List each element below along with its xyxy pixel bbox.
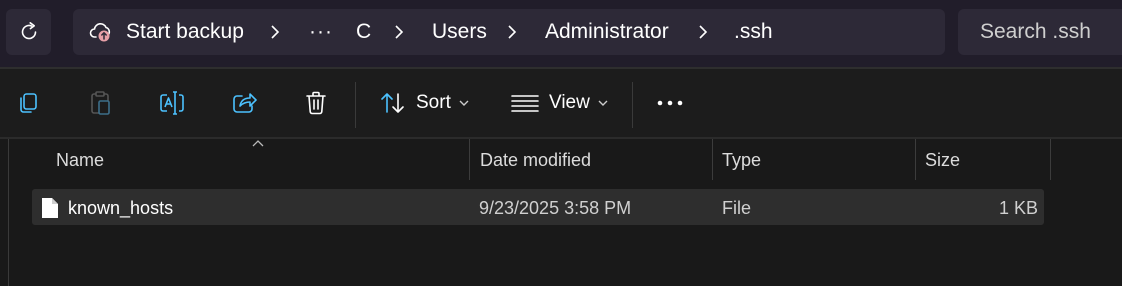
sort-ascending-caret-icon — [252, 140, 264, 147]
file-name: known_hosts — [68, 198, 174, 218]
column-header-size[interactable]: Size — [925, 139, 960, 180]
sort-icon — [381, 93, 404, 113]
paste-button[interactable] — [82, 85, 118, 121]
column-separator[interactable] — [712, 139, 713, 180]
file-row[interactable]: known_hosts 9/23/2025 3:58 PM File 1 KB — [32, 189, 1044, 225]
chevron-down-icon — [598, 100, 608, 106]
paste-icon — [91, 91, 110, 115]
file-icon — [42, 198, 58, 218]
chevron-right-icon — [267, 24, 283, 40]
start-backup-button[interactable]: Start backup — [126, 9, 244, 55]
copy-icon — [20, 93, 37, 113]
chevron-right-icon — [695, 24, 711, 40]
toolbar-separator — [632, 82, 633, 128]
column-header-date-modified[interactable]: Date modified — [480, 139, 591, 180]
view-list-icon — [511, 95, 539, 112]
trash-icon — [306, 91, 326, 115]
command-bar: Sort View — [0, 69, 1122, 137]
search-input[interactable]: Search .ssh — [980, 9, 1091, 55]
chevron-down-icon — [459, 100, 469, 106]
column-separator[interactable] — [915, 139, 916, 180]
pane-border — [8, 139, 9, 286]
sort-menu-button[interactable]: Sort — [380, 85, 469, 121]
breadcrumb-item-users[interactable]: Users — [432, 9, 487, 55]
share-button[interactable] — [226, 85, 262, 121]
column-header-name[interactable]: Name — [56, 139, 104, 180]
more-horizontal-icon — [657, 100, 683, 106]
file-type: File — [722, 198, 752, 218]
column-separator[interactable] — [1050, 139, 1051, 180]
file-size: 1 KB — [998, 198, 1038, 218]
address-toolbar: Start backup ··· C Users Administrator .… — [0, 0, 1122, 67]
cloud-upload-icon — [89, 23, 111, 42]
breadcrumb-item-ssh[interactable]: .ssh — [734, 9, 773, 55]
file-list-view: Name Date modified Type Size known_hosts… — [0, 139, 1122, 286]
column-separator[interactable] — [469, 139, 470, 180]
copy-button[interactable] — [10, 85, 46, 121]
toolbar-separator — [355, 82, 356, 128]
refresh-icon — [21, 22, 36, 40]
chevron-right-icon — [504, 24, 520, 40]
breadcrumb-item-administrator[interactable]: Administrator — [545, 9, 669, 55]
address-bar[interactable]: Start backup ··· C Users Administrator .… — [73, 9, 945, 55]
rename-icon — [160, 91, 184, 115]
breadcrumb-overflow-button[interactable]: ··· — [309, 9, 333, 55]
chevron-right-icon — [391, 24, 407, 40]
file-date-modified: 9/23/2025 3:58 PM — [479, 198, 632, 218]
breadcrumb-item-c[interactable]: C — [356, 9, 371, 55]
search-box[interactable]: Search .ssh — [958, 9, 1122, 55]
share-icon — [233, 93, 257, 113]
sort-label: Sort — [416, 92, 451, 113]
view-menu-button[interactable]: View — [511, 85, 608, 121]
view-label: View — [549, 92, 590, 113]
more-options-button[interactable] — [652, 85, 688, 121]
column-header-type[interactable]: Type — [722, 139, 761, 180]
delete-button[interactable] — [298, 85, 334, 121]
refresh-button[interactable] — [6, 9, 51, 55]
rename-button[interactable] — [154, 85, 190, 121]
